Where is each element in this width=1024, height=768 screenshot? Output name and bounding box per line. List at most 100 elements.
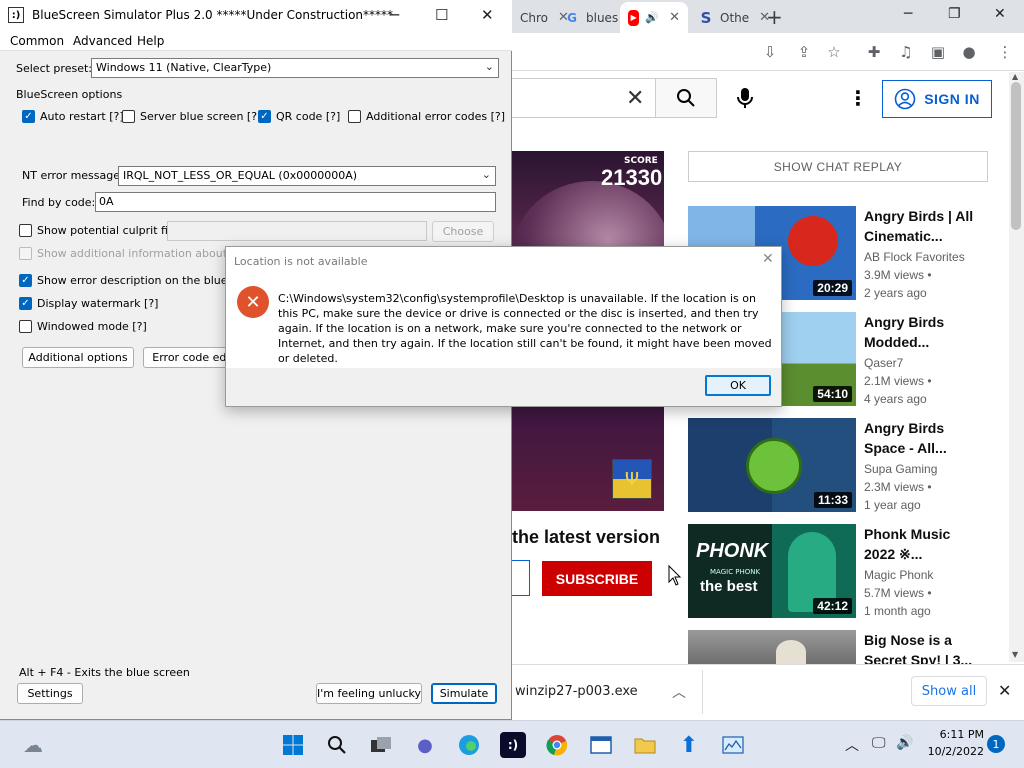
maximize-icon[interactable]: ☐: [435, 6, 448, 24]
find-by-code-input[interactable]: 0A: [95, 192, 496, 212]
video-title[interactable]: Phonk Music 2022 ※...: [864, 524, 1004, 564]
minimize-icon[interactable]: ─: [390, 6, 399, 24]
video-title[interactable]: Angry Birds | All Cinematic...: [864, 206, 1004, 246]
close-icon[interactable]: ✕: [994, 6, 1006, 22]
chrome-menu-icon[interactable]: ⋮: [996, 43, 1014, 61]
close-icon[interactable]: ✕: [481, 6, 494, 24]
settings-button[interactable]: Settings: [17, 683, 83, 704]
chevron-up-icon[interactable]: ︿: [845, 735, 859, 755]
clear-search-icon[interactable]: ✕: [626, 86, 644, 111]
video-thumbnail[interactable]: PHONK MAGIC PHONK the best 42:12: [688, 524, 856, 618]
speaker-icon[interactable]: 🔊: [645, 11, 659, 24]
close-icon[interactable]: ✕: [998, 681, 1011, 700]
video-title[interactable]: Big Nose is a Secret Spy! | 3...: [864, 630, 1004, 664]
clock-time[interactable]: 6:11 PM: [926, 728, 984, 741]
scroll-up-icon[interactable]: ▲: [1012, 72, 1018, 81]
edge-icon[interactable]: [456, 732, 482, 758]
notification-badge[interactable]: 1: [987, 735, 1005, 753]
upload-arrow-icon[interactable]: ⬆: [676, 732, 702, 758]
monitor-app-icon[interactable]: [720, 732, 746, 758]
chrome-icon[interactable]: [544, 732, 570, 758]
watermark-checkbox[interactable]: ✓ Display watermark [?]: [19, 297, 158, 310]
window-glyph-icon: [590, 736, 612, 754]
preset-select[interactable]: Windows 11 (Native, ClearType) ⌄: [91, 58, 499, 78]
start-icon[interactable]: [280, 732, 306, 758]
scroll-down-icon[interactable]: ▼: [1012, 650, 1018, 659]
preset-label: Select preset:: [16, 62, 92, 75]
nt-error-value: IRQL_NOT_LESS_OR_EQUAL (0x0000000A): [123, 169, 358, 182]
subscribe-button[interactable]: SUBSCRIBE: [542, 561, 652, 596]
video-info: Phonk Music 2022 ※... Magic Phonk 5.7M v…: [864, 524, 1004, 620]
show-all-downloads-button[interactable]: Show all: [911, 676, 987, 706]
additional-options-button[interactable]: Additional options: [22, 347, 134, 368]
windowed-mode-checkbox[interactable]: Windowed mode [?]: [19, 320, 147, 333]
search-icon[interactable]: [324, 732, 350, 758]
video-thumbnail[interactable]: [688, 630, 856, 664]
checkbox-unchecked-icon: [19, 224, 32, 237]
new-tab-icon[interactable]: +: [766, 5, 783, 29]
qr-code-checkbox[interactable]: ✓ QR code [?]: [258, 110, 340, 123]
bookmark-star-icon[interactable]: ☆: [825, 43, 843, 61]
nt-error-select[interactable]: IRQL_NOT_LESS_OR_EQUAL (0x0000000A) ⌄: [118, 166, 496, 186]
recommendation-item[interactable]: Big Nose is a Secret Spy! | 3...: [688, 630, 1008, 664]
video-info: Big Nose is a Secret Spy! | 3...: [864, 630, 1004, 664]
show-chat-replay-button[interactable]: SHOW CHAT REPLAY: [688, 151, 988, 182]
culprit-file-checkbox[interactable]: Show potential culprit file: [19, 224, 178, 237]
restore-icon[interactable]: ❐: [948, 6, 961, 22]
file-explorer-icon[interactable]: [632, 732, 658, 758]
video-stats: 2.1M views • 4 years ago: [864, 374, 932, 406]
channel-latest-text: the latest version: [512, 527, 661, 547]
channel-name[interactable]: Qaser7: [864, 354, 1004, 372]
channel-field[interactable]: [510, 560, 530, 596]
feeling-unlucky-button[interactable]: I'm feeling unlucky: [316, 683, 422, 704]
volume-icon[interactable]: 🔊: [896, 735, 913, 751]
tab-youtube[interactable]: ▶ 🔊 ✕: [620, 2, 688, 33]
profile-icon[interactable]: ●: [960, 43, 978, 61]
chevron-up-icon[interactable]: ︿: [672, 682, 686, 702]
extensions-icon[interactable]: ✚: [865, 43, 883, 61]
sign-in-button[interactable]: SIGN IN: [882, 80, 992, 118]
search-button[interactable]: [655, 78, 717, 118]
channel-name[interactable]: Magic Phonk: [864, 566, 1004, 584]
auto-restart-checkbox[interactable]: ✓ Auto restart [?]: [22, 110, 124, 123]
menu-help[interactable]: Help: [137, 34, 164, 48]
microphone-icon[interactable]: [733, 86, 757, 110]
share-icon[interactable]: ⇪: [795, 43, 813, 61]
side-panel-icon[interactable]: ▣: [929, 43, 947, 61]
tab-other[interactable]: S Othe ✕: [690, 2, 778, 33]
app-window-icon[interactable]: [588, 732, 614, 758]
more-options-icon[interactable]: ⋮: [848, 86, 868, 110]
close-icon[interactable]: ✕: [762, 251, 774, 267]
video-title[interactable]: Angry Birds Modded...: [864, 312, 1004, 352]
server-bluescreen-checkbox[interactable]: Server blue screen [?]: [122, 110, 261, 123]
weather-icon[interactable]: ☁: [20, 732, 46, 758]
recommendation-item[interactable]: 11:33 Angry Birds Space - All... Supa Ga…: [688, 418, 1008, 512]
download-item-file[interactable]: winzip27-p003.exe: [515, 684, 638, 699]
menu-common[interactable]: Common: [10, 34, 64, 48]
install-icon[interactable]: ⇩: [761, 43, 779, 61]
downloads-divider: [702, 670, 703, 714]
task-view-icon[interactable]: [368, 732, 394, 758]
clock-date[interactable]: 10/2/2022: [926, 745, 984, 758]
ok-button[interactable]: OK: [705, 375, 771, 396]
menu-advanced[interactable]: Advanced: [73, 34, 132, 48]
checkbox-disabled-icon: [19, 247, 32, 260]
title-bar[interactable]: :) BlueScreen Simulator Plus 2.0 *****Un…: [0, 0, 512, 31]
video-score: 21330: [601, 165, 663, 190]
simulate-button[interactable]: Simulate: [431, 683, 497, 704]
scrollbar-thumb[interactable]: [1011, 82, 1021, 230]
media-control-icon[interactable]: ♫: [897, 43, 915, 61]
channel-name[interactable]: AB Flock Favorites: [864, 248, 1004, 266]
video-stats: 5.7M views • 1 month ago: [864, 586, 932, 618]
channel-name[interactable]: Supa Gaming: [864, 460, 1004, 478]
additional-error-codes-checkbox[interactable]: Additional error codes [?]: [348, 110, 505, 123]
chrome-logo-icon: [546, 735, 568, 756]
video-thumbnail[interactable]: 11:33: [688, 418, 856, 512]
minimize-icon[interactable]: ─: [904, 6, 912, 22]
video-title[interactable]: Angry Birds Space - All...: [864, 418, 1004, 458]
teams-chat-icon[interactable]: ●: [412, 732, 438, 758]
close-icon[interactable]: ✕: [669, 10, 680, 25]
network-icon[interactable]: 🖵: [872, 735, 886, 751]
recommendation-item[interactable]: PHONK MAGIC PHONK the best 42:12 Phonk M…: [688, 524, 1008, 618]
bluescreen-simulator-taskbar-icon[interactable]: :): [500, 732, 526, 758]
